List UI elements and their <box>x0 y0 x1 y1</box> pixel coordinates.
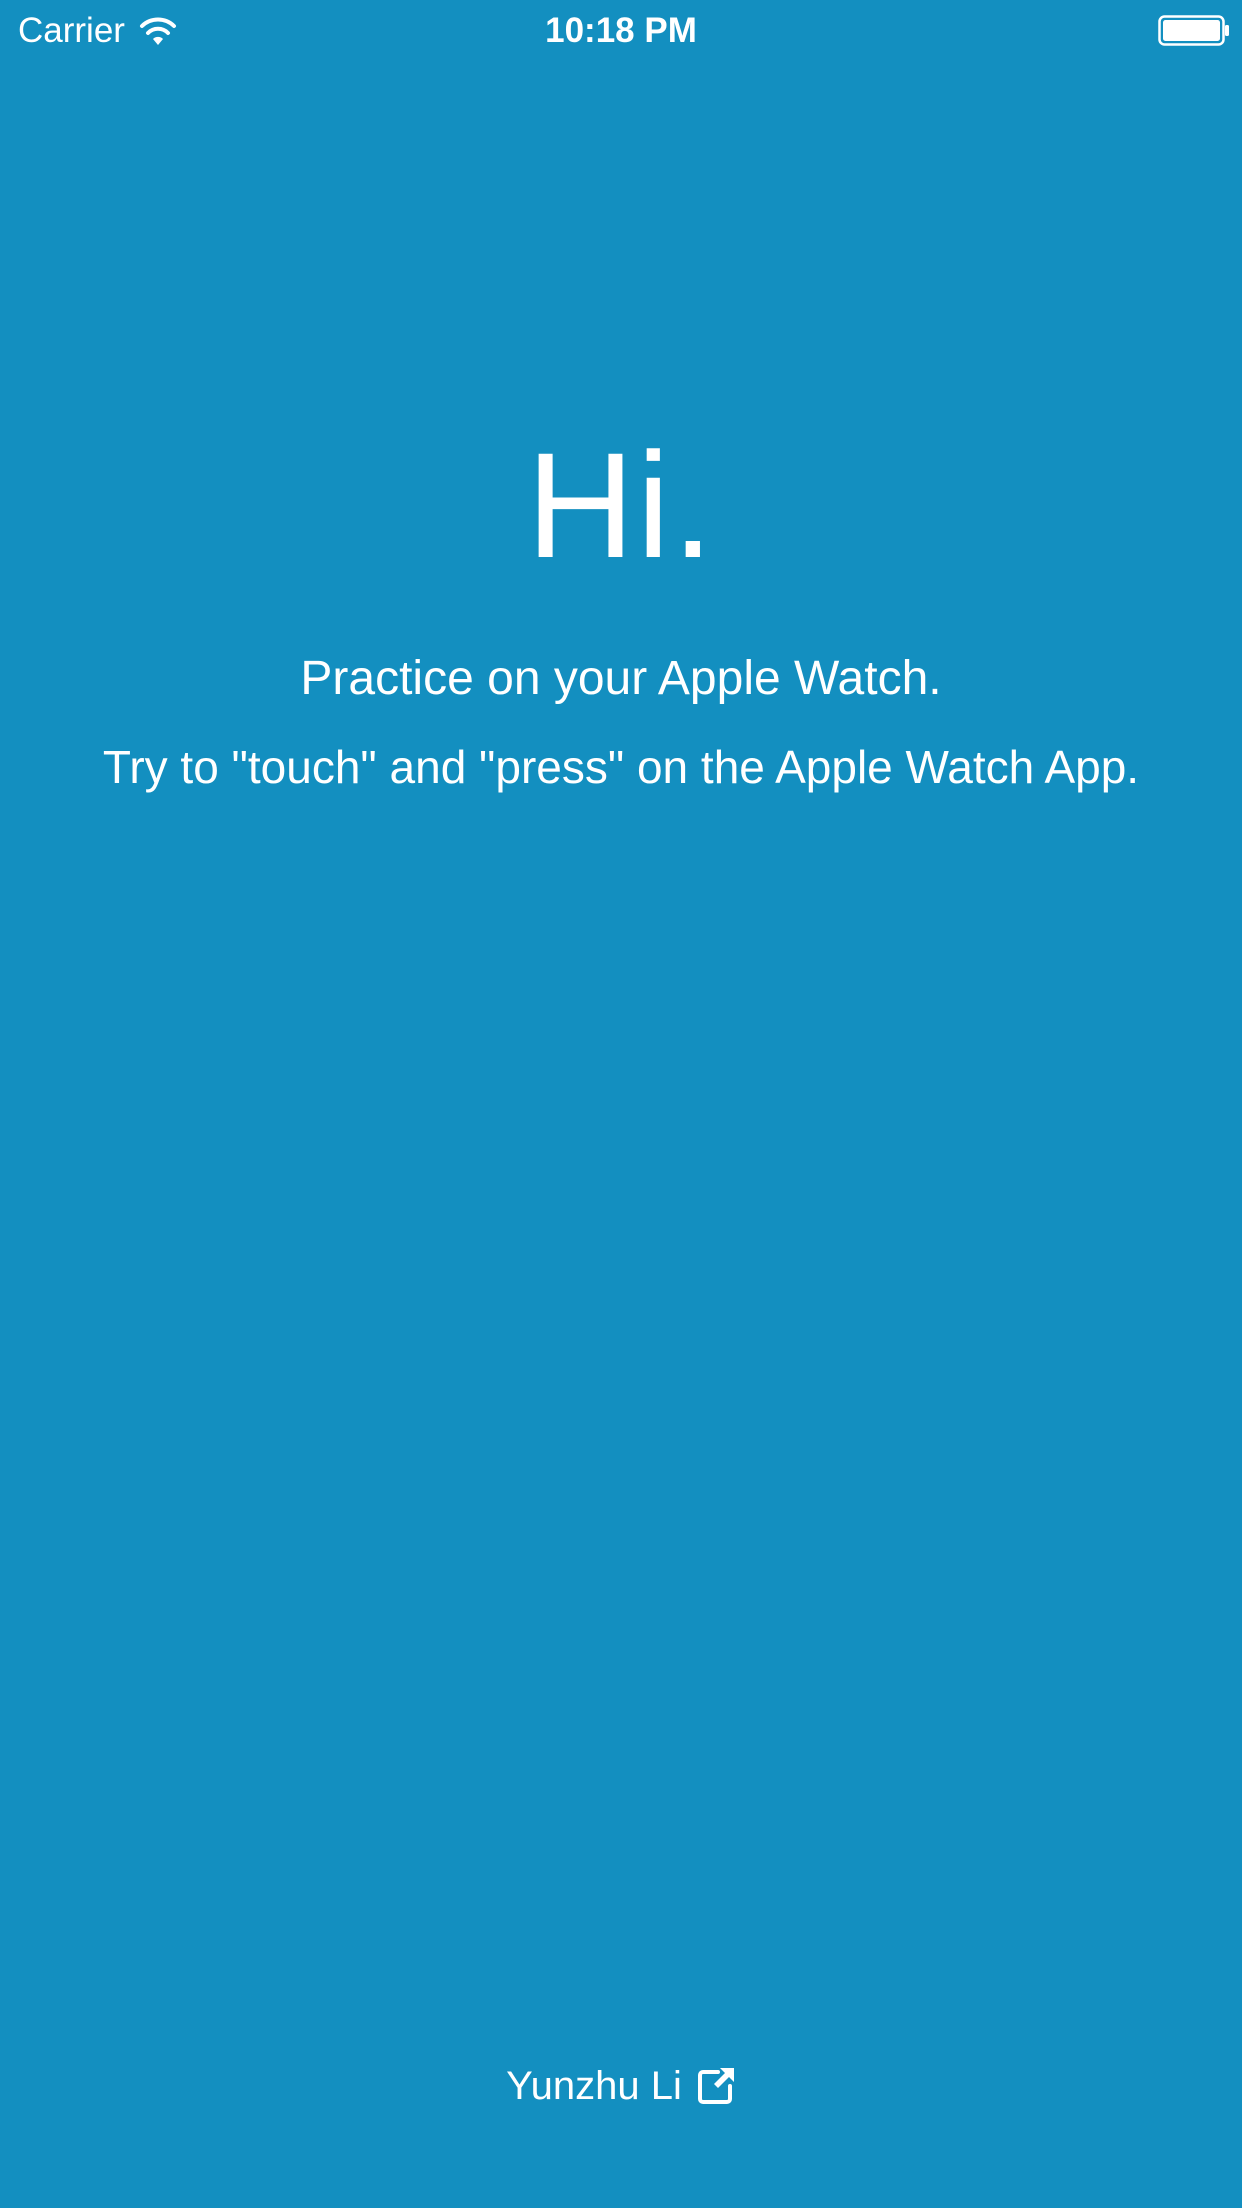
greeting-heading: Hi. <box>526 421 716 589</box>
author-link[interactable]: Yunzhu Li <box>0 2060 1242 2112</box>
external-link-icon <box>696 2066 736 2106</box>
status-time: 10:18 PM <box>545 11 697 50</box>
app-screen: Carrier 10:18 PM Hi. Practice on your Ap… <box>0 0 1242 2208</box>
author-name: Yunzhu Li <box>506 2064 682 2108</box>
status-bar: Carrier 10:18 PM <box>0 0 1242 62</box>
subtitle-instructions: Try to "touch" and "press" on the Apple … <box>102 741 1140 793</box>
battery-icon <box>1158 15 1230 46</box>
subtitle-practice: Practice on your Apple Watch. <box>300 652 942 705</box>
